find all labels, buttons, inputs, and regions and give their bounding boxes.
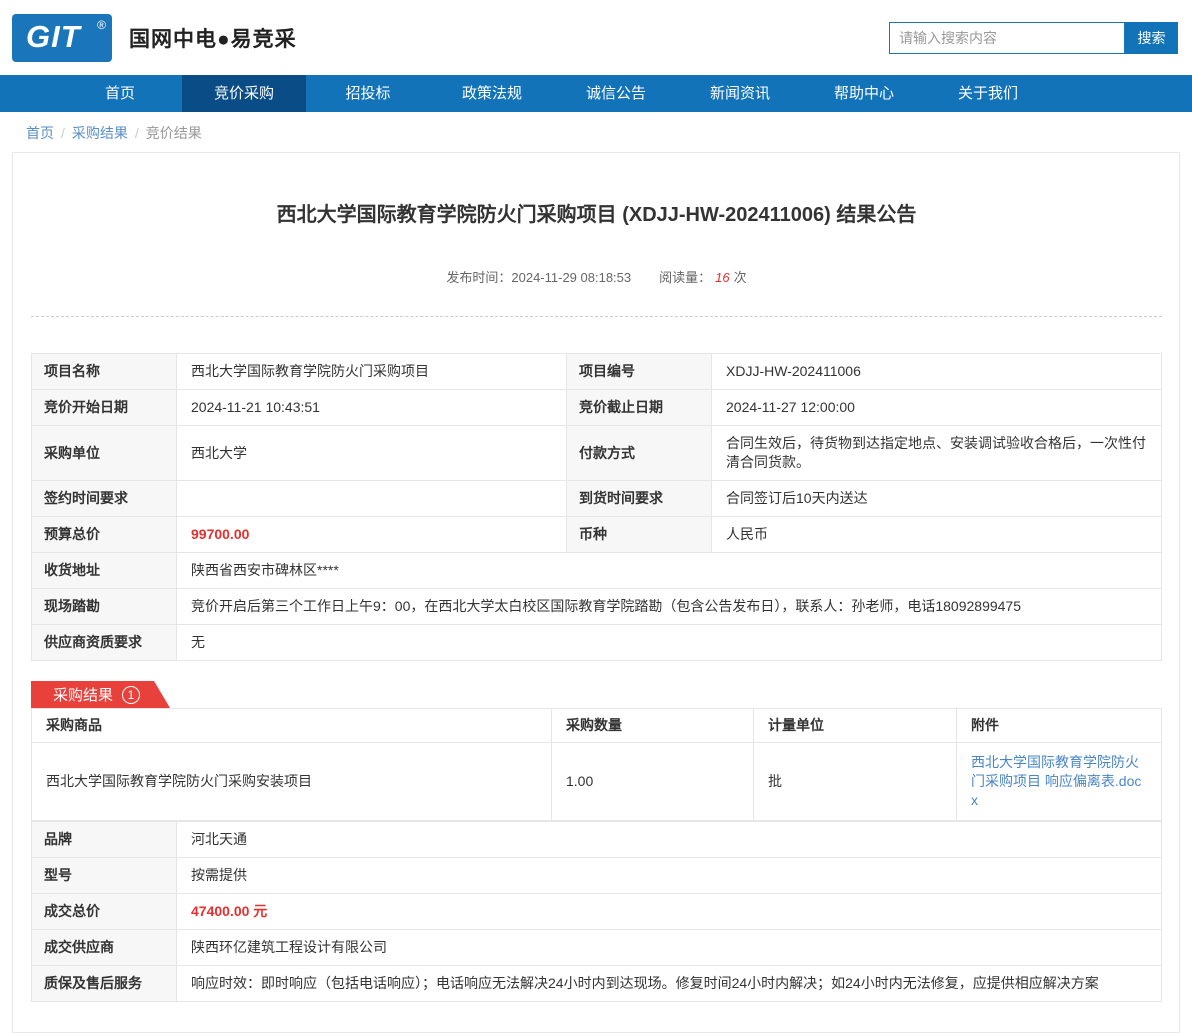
project-info-table: 项目名称 西北大学国际教育学院防火门采购项目 项目编号 XDJJ-HW-2024… [31,353,1162,661]
brand-label: 品牌 [32,822,177,858]
nav-item-about-us[interactable]: 关于我们 [926,75,1050,112]
table-row: 项目名称 西北大学国际教育学院防火门采购项目 项目编号 XDJJ-HW-2024… [32,354,1162,390]
table-row: 预算总价 99700.00 币种 人民币 [32,517,1162,553]
purchaser-value: 西北大学 [177,426,567,481]
site-survey-value: 竞价开启后第三个工作日上午9：00，在西北大学太白校区国际教育学院踏勘（包含公告… [177,589,1162,625]
nav-item-bidding-purchase[interactable]: 竞价采购 [182,75,306,112]
payment-method-value: 合同生效后，待货物到达指定地点、安装调试验收合格后，一次性付清合同货款。 [712,426,1162,481]
product-unit: 批 [754,743,957,821]
winning-supplier-value: 陕西环亿建筑工程设计有限公司 [177,930,1162,966]
brand-value: 河北天通 [177,822,1162,858]
views-unit: 次 [734,270,747,285]
signing-time-value [177,481,567,517]
site-header: GIT ® 国网中电●易竞采 搜索 [0,0,1192,75]
currency-label: 币种 [567,517,712,553]
project-number-label: 项目编号 [567,354,712,390]
purchase-result-badge-label: 采购结果 [53,684,113,705]
table-row: 现场踏勘 竞价开启后第三个工作日上午9：00，在西北大学太白校区国际教育学院踏勘… [32,589,1162,625]
winning-supplier-label: 成交供应商 [32,930,177,966]
product-column-header: 采购商品 [32,709,552,743]
product-name: 西北大学国际教育学院防火门采购安装项目 [32,743,552,821]
table-row: 采购单位 西北大学 付款方式 合同生效后，待货物到达指定地点、安装调试验收合格后… [32,426,1162,481]
table-row: 品牌 河北天通 [32,822,1162,858]
table-row: 收货地址 陕西省西安市碑林区**** [32,553,1162,589]
breadcrumb-separator: / [135,125,139,141]
product-row: 西北大学国际教育学院防火门采购安装项目 1.00 批 西北大学国际教育学院防火门… [32,743,1162,821]
breadcrumb-bidding-results: 竞价结果 [146,125,202,141]
search-button[interactable]: 搜索 [1125,22,1178,54]
budget-total-label: 预算总价 [32,517,177,553]
content-card: 西北大学国际教育学院防火门采购项目 (XDJJ-HW-202411006) 结果… [12,152,1180,1033]
announcement-title: 西北大学国际教育学院防火门采购项目 (XDJJ-HW-202411006) 结果… [31,198,1162,227]
project-name-value: 西北大学国际教育学院防火门采购项目 [177,354,567,390]
purchase-result-table: 采购商品 采购数量 计量单位 附件 西北大学国际教育学院防火门采购安装项目 1.… [31,708,1162,821]
git-logo[interactable]: GIT ® [12,14,112,62]
supplier-qualification-value: 无 [177,625,1162,661]
project-number-value: XDJJ-HW-202411006 [712,354,1162,390]
project-name-label: 项目名称 [32,354,177,390]
model-value: 按需提供 [177,858,1162,894]
announcement-meta: 发布时间：2024-11-29 08:18:53 阅读量： 16 次 [31,267,1162,286]
signing-time-label: 签约时间要求 [32,481,177,517]
bid-end-value: 2024-11-27 12:00:00 [712,390,1162,426]
product-quantity: 1.00 [552,743,754,821]
currency-value: 人民币 [712,517,1162,553]
delivery-address-label: 收货地址 [32,553,177,589]
purchaser-label: 采购单位 [32,426,177,481]
result-detail-table: 品牌 河北天通 型号 按需提供 成交总价 47400.00 元 成交供应商 陕西… [31,821,1162,1002]
table-row: 质保及售后服务 响应时效：即时响应（包括电话响应）；电话响应无法解决24小时内到… [32,966,1162,1002]
publish-time-label: 发布时间： [446,270,511,285]
nav-item-integrity-notices[interactable]: 诚信公告 [554,75,678,112]
table-row: 签约时间要求 到货时间要求 合同签订后10天内送达 [32,481,1162,517]
payment-method-label: 付款方式 [567,426,712,481]
views-count: 16 [715,270,729,285]
nav-item-news[interactable]: 新闻资讯 [678,75,802,112]
delivery-address-value: 陕西省西安市碑林区**** [177,553,1162,589]
deal-total-price-label: 成交总价 [32,894,177,930]
table-row: 型号 按需提供 [32,858,1162,894]
breadcrumb: 首页 / 采购结果 / 竞价结果 [0,112,1192,152]
search-input[interactable] [889,22,1125,54]
warranty-service-value: 响应时效：即时响应（包括电话响应）；电话响应无法解决24小时内到达现场。修复时间… [177,966,1162,1002]
breadcrumb-purchase-results[interactable]: 采购结果 [72,125,128,141]
nav-item-help-center[interactable]: 帮助中心 [802,75,926,112]
bid-start-value: 2024-11-21 10:43:51 [177,390,567,426]
result-count-badge: 1 [122,686,140,704]
table-row: 成交供应商 陕西环亿建筑工程设计有限公司 [32,930,1162,966]
deal-total-price-value: 47400.00 元 [177,894,1162,930]
publish-time-value: 2024-11-29 08:18:53 [511,270,631,285]
quantity-column-header: 采购数量 [552,709,754,743]
delivery-time-value: 合同签订后10天内送达 [712,481,1162,517]
nav-item-home[interactable]: 首页 [58,75,182,112]
site-survey-label: 现场踏勘 [32,589,177,625]
nav-item-policies[interactable]: 政策法规 [430,75,554,112]
site-brand-title: 国网中电●易竞采 [129,23,297,53]
result-badge-row: 采购结果 1 [31,681,1162,708]
table-row: 竞价开始日期 2024-11-21 10:43:51 竞价截止日期 2024-1… [32,390,1162,426]
bid-start-label: 竞价开始日期 [32,390,177,426]
warranty-service-label: 质保及售后服务 [32,966,177,1002]
table-row: 成交总价 47400.00 元 [32,894,1162,930]
unit-column-header: 计量单位 [754,709,957,743]
supplier-qualification-label: 供应商资质要求 [32,625,177,661]
nav-item-tendering[interactable]: 招投标 [306,75,430,112]
delivery-time-label: 到货时间要求 [567,481,712,517]
table-row: 供应商资质要求 无 [32,625,1162,661]
attachment-link[interactable]: 西北大学国际教育学院防火门采购项目 响应偏离表.docx [971,754,1141,808]
purchase-result-badge: 采购结果 1 [31,681,170,708]
views-label: 阅读量： [659,270,711,285]
breadcrumb-separator: / [61,125,65,141]
model-label: 型号 [32,858,177,894]
dashed-separator [31,316,1162,317]
attachment-column-header: 附件 [957,709,1162,743]
budget-total-value: 99700.00 [177,517,567,553]
search-bar: 搜索 [889,22,1178,54]
breadcrumb-home[interactable]: 首页 [26,125,54,141]
main-nav: 首页 竞价采购 招投标 政策法规 诚信公告 新闻资讯 帮助中心 关于我们 [0,75,1192,112]
table-header-row: 采购商品 采购数量 计量单位 附件 [32,709,1162,743]
bid-end-label: 竞价截止日期 [567,390,712,426]
registered-trademark-icon: ® [97,18,106,32]
